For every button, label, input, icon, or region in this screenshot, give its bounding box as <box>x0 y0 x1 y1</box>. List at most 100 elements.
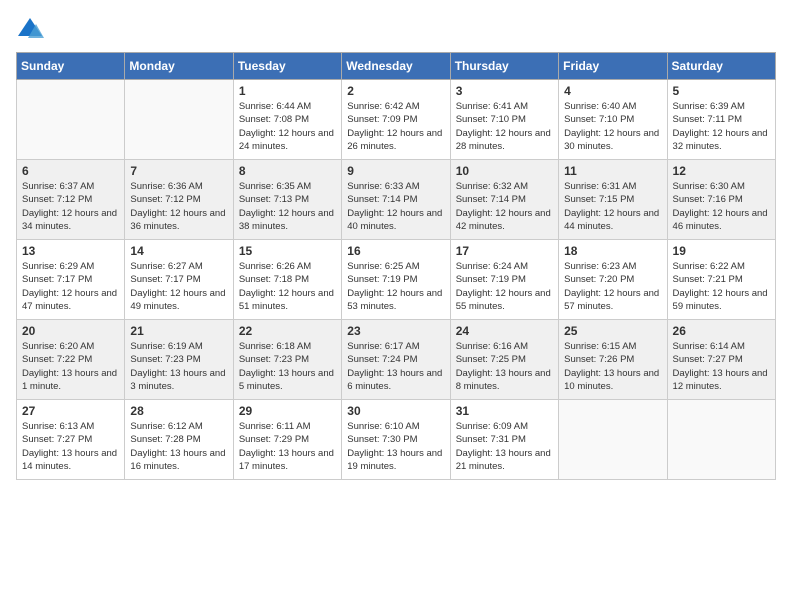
weekday-header-thursday: Thursday <box>450 53 558 80</box>
day-number: 10 <box>456 164 553 178</box>
calendar-cell: 8Sunrise: 6:35 AMSunset: 7:13 PMDaylight… <box>233 160 341 240</box>
weekday-header-saturday: Saturday <box>667 53 775 80</box>
weekday-header-tuesday: Tuesday <box>233 53 341 80</box>
day-number: 18 <box>564 244 661 258</box>
day-number: 3 <box>456 84 553 98</box>
day-number: 23 <box>347 324 444 338</box>
day-number: 5 <box>673 84 770 98</box>
calendar-cell: 6Sunrise: 6:37 AMSunset: 7:12 PMDaylight… <box>17 160 125 240</box>
day-number: 14 <box>130 244 227 258</box>
calendar-week-row: 20 Sunrise: 6:20 AMSunset: 7:22 PMDayligh… <box>17 320 776 400</box>
day-number: 20 <box>22 324 119 338</box>
day-detail: Sunrise: 6:15 AMSunset: 7:26 PMDaylight:… <box>564 340 661 393</box>
day-detail: Sunrise: 6:23 AMSunset: 7:20 PMDaylight:… <box>564 260 661 313</box>
day-number: 22 <box>239 324 336 338</box>
day-number: 4 <box>564 84 661 98</box>
day-number: 26 <box>673 324 770 338</box>
day-number: 2 <box>347 84 444 98</box>
day-detail: Sunrise: 6:40 AMSunset: 7:10 PMDaylight:… <box>564 100 661 153</box>
calendar-cell: 9 Sunrise: 6:33 AMSunset: 7:14 PMDaylight… <box>342 160 450 240</box>
calendar-cell: 24 Sunrise: 6:16 AMSunset: 7:25 PMDayligh… <box>450 320 558 400</box>
day-number: 15 <box>239 244 336 258</box>
day-detail: Sunrise: 6:39 AMSunset: 7:11 PMDaylight:… <box>673 100 770 153</box>
day-detail: Sunrise: 6:16 AMSunset: 7:25 PMDaylight:… <box>456 340 553 393</box>
day-number: 30 <box>347 404 444 418</box>
day-detail: Sunrise: 6:36 AMSunset: 7:12 PMDaylight:… <box>130 180 227 233</box>
day-detail: Sunrise: 6:19 AMSunset: 7:23 PMDaylight:… <box>130 340 227 393</box>
calendar-cell: 16Sunrise: 6:25 AMSunset: 7:19 PMDayligh… <box>342 240 450 320</box>
day-detail: Sunrise: 6:20 AMSunset: 7:22 PMDaylight:… <box>22 340 119 393</box>
day-number: 8 <box>239 164 336 178</box>
day-number: 13 <box>22 244 119 258</box>
day-number: 12 <box>673 164 770 178</box>
calendar-cell: 11 Sunrise: 6:31 AMSunset: 7:15 PMDayligh… <box>559 160 667 240</box>
calendar-cell: 26 Sunrise: 6:14 AMSunset: 7:27 PMDayligh… <box>667 320 775 400</box>
day-detail: Sunrise: 6:14 AMSunset: 7:27 PMDaylight:… <box>673 340 770 393</box>
day-detail: Sunrise: 6:18 AMSunset: 7:23 PMDaylight:… <box>239 340 336 393</box>
calendar-week-row: 6Sunrise: 6:37 AMSunset: 7:12 PMDaylight… <box>17 160 776 240</box>
calendar-cell: 25 Sunrise: 6:15 AMSunset: 7:26 PMDayligh… <box>559 320 667 400</box>
calendar-cell: 30 Sunrise: 6:10 AMSunset: 7:30 PMDayligh… <box>342 400 450 480</box>
day-detail: Sunrise: 6:10 AMSunset: 7:30 PMDaylight:… <box>347 420 444 473</box>
day-detail: Sunrise: 6:22 AMSunset: 7:21 PMDaylight:… <box>673 260 770 313</box>
day-number: 21 <box>130 324 227 338</box>
day-detail: Sunrise: 6:44 AMSunset: 7:08 PMDaylight:… <box>239 100 336 153</box>
day-detail: Sunrise: 6:30 AMSunset: 7:16 PMDaylight:… <box>673 180 770 233</box>
weekday-header-sunday: Sunday <box>17 53 125 80</box>
day-detail: Sunrise: 6:26 AMSunset: 7:18 PMDaylight:… <box>239 260 336 313</box>
calendar-cell: 2Sunrise: 6:42 AMSunset: 7:09 PMDaylight… <box>342 80 450 160</box>
calendar-cell: 18 Sunrise: 6:23 AMSunset: 7:20 PMDayligh… <box>559 240 667 320</box>
calendar-header-row: SundayMondayTuesdayWednesdayThursdayFrid… <box>17 53 776 80</box>
day-detail: Sunrise: 6:41 AMSunset: 7:10 PMDaylight:… <box>456 100 553 153</box>
logo-icon <box>16 16 44 40</box>
calendar-cell: 19 Sunrise: 6:22 AMSunset: 7:21 PMDayligh… <box>667 240 775 320</box>
calendar-cell: 20 Sunrise: 6:20 AMSunset: 7:22 PMDayligh… <box>17 320 125 400</box>
day-detail: Sunrise: 6:24 AMSunset: 7:19 PMDaylight:… <box>456 260 553 313</box>
calendar-cell: 7 Sunrise: 6:36 AMSunset: 7:12 PMDaylight… <box>125 160 233 240</box>
calendar-cell <box>125 80 233 160</box>
day-detail: Sunrise: 6:12 AMSunset: 7:28 PMDaylight:… <box>130 420 227 473</box>
calendar-cell: 22 Sunrise: 6:18 AMSunset: 7:23 PMDayligh… <box>233 320 341 400</box>
day-number: 31 <box>456 404 553 418</box>
day-number: 28 <box>130 404 227 418</box>
calendar-cell: 5 Sunrise: 6:39 AMSunset: 7:11 PMDaylight… <box>667 80 775 160</box>
calendar-cell: 28 Sunrise: 6:12 AMSunset: 7:28 PMDayligh… <box>125 400 233 480</box>
day-detail: Sunrise: 6:32 AMSunset: 7:14 PMDaylight:… <box>456 180 553 233</box>
calendar-week-row: 1Sunrise: 6:44 AMSunset: 7:08 PMDaylight… <box>17 80 776 160</box>
day-number: 9 <box>347 164 444 178</box>
calendar-cell: 27Sunrise: 6:13 AMSunset: 7:27 PMDayligh… <box>17 400 125 480</box>
day-number: 24 <box>456 324 553 338</box>
day-detail: Sunrise: 6:09 AMSunset: 7:31 PMDaylight:… <box>456 420 553 473</box>
calendar-cell: 31 Sunrise: 6:09 AMSunset: 7:31 PMDayligh… <box>450 400 558 480</box>
weekday-header-wednesday: Wednesday <box>342 53 450 80</box>
calendar-cell: 15 Sunrise: 6:26 AMSunset: 7:18 PMDayligh… <box>233 240 341 320</box>
calendar-cell <box>667 400 775 480</box>
weekday-header-friday: Friday <box>559 53 667 80</box>
calendar-cell: 12 Sunrise: 6:30 AMSunset: 7:16 PMDayligh… <box>667 160 775 240</box>
day-detail: Sunrise: 6:27 AMSunset: 7:17 PMDaylight:… <box>130 260 227 313</box>
day-number: 29 <box>239 404 336 418</box>
calendar-table: SundayMondayTuesdayWednesdayThursdayFrid… <box>16 52 776 480</box>
calendar-cell: 29 Sunrise: 6:11 AMSunset: 7:29 PMDayligh… <box>233 400 341 480</box>
day-number: 19 <box>673 244 770 258</box>
day-number: 25 <box>564 324 661 338</box>
day-number: 7 <box>130 164 227 178</box>
calendar-cell: 14 Sunrise: 6:27 AMSunset: 7:17 PMDayligh… <box>125 240 233 320</box>
calendar-cell: 4 Sunrise: 6:40 AMSunset: 7:10 PMDaylight… <box>559 80 667 160</box>
day-detail: Sunrise: 6:29 AMSunset: 7:17 PMDaylight:… <box>22 260 119 313</box>
day-number: 11 <box>564 164 661 178</box>
logo <box>16 16 48 40</box>
calendar-cell: 10 Sunrise: 6:32 AMSunset: 7:14 PMDayligh… <box>450 160 558 240</box>
day-detail: Sunrise: 6:37 AMSunset: 7:12 PMDaylight:… <box>22 180 119 233</box>
calendar-cell: 1Sunrise: 6:44 AMSunset: 7:08 PMDaylight… <box>233 80 341 160</box>
page-header <box>16 16 776 40</box>
day-number: 17 <box>456 244 553 258</box>
calendar-cell <box>17 80 125 160</box>
weekday-header-monday: Monday <box>125 53 233 80</box>
day-detail: Sunrise: 6:11 AMSunset: 7:29 PMDaylight:… <box>239 420 336 473</box>
calendar-week-row: 13 Sunrise: 6:29 AMSunset: 7:17 PMDayligh… <box>17 240 776 320</box>
day-detail: Sunrise: 6:33 AMSunset: 7:14 PMDaylight:… <box>347 180 444 233</box>
day-detail: Sunrise: 6:31 AMSunset: 7:15 PMDaylight:… <box>564 180 661 233</box>
day-detail: Sunrise: 6:13 AMSunset: 7:27 PMDaylight:… <box>22 420 119 473</box>
day-detail: Sunrise: 6:25 AMSunset: 7:19 PMDaylight:… <box>347 260 444 313</box>
